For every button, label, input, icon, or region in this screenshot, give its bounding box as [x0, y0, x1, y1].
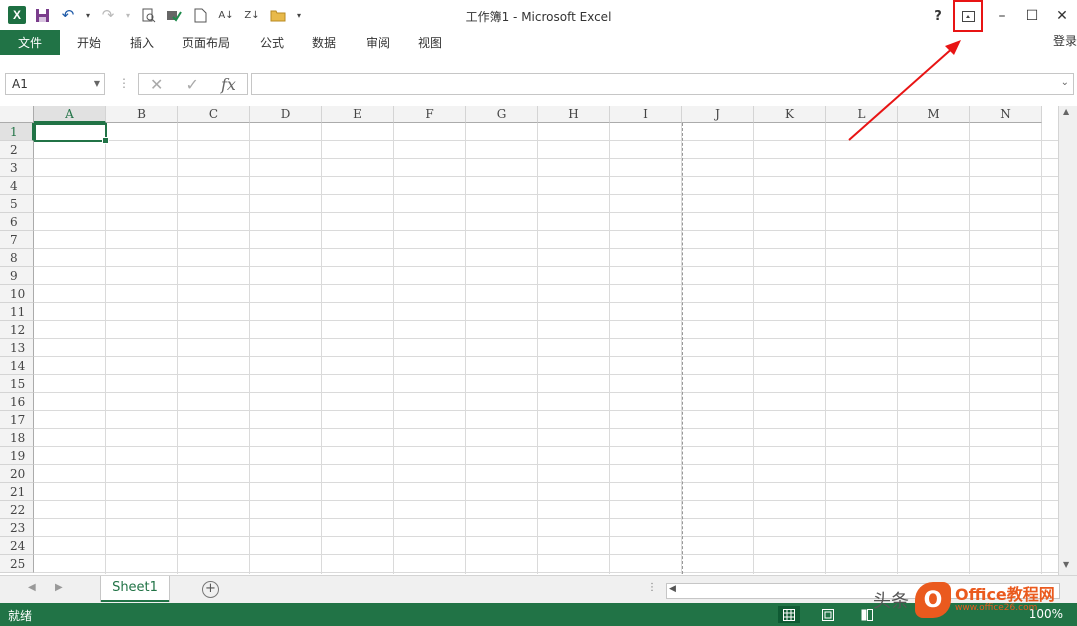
- select-all-corner[interactable]: [0, 106, 34, 123]
- formula-bar-grip-icon[interactable]: ⋮: [118, 76, 130, 90]
- normal-view-icon: [783, 608, 795, 621]
- tab-split-grip-icon[interactable]: ⋮: [647, 582, 657, 593]
- status-ready: 就绪: [8, 609, 33, 623]
- active-cell[interactable]: [34, 123, 109, 144]
- column-header-e[interactable]: E: [322, 106, 394, 123]
- ribbon-display-options-button[interactable]: [953, 0, 983, 32]
- window-title: 工作簿1 - Microsoft Excel: [465, 10, 612, 24]
- row-header-5[interactable]: 5: [0, 195, 34, 213]
- row-header-17[interactable]: 17: [0, 411, 34, 429]
- sheet-tab-sheet1[interactable]: Sheet1: [101, 576, 169, 602]
- column-header-h[interactable]: H: [538, 106, 610, 123]
- row-header-8[interactable]: 8: [0, 249, 34, 267]
- row-header-19[interactable]: 19: [0, 447, 34, 465]
- column-header-b[interactable]: B: [106, 106, 178, 123]
- column-header-d[interactable]: D: [250, 106, 322, 123]
- row-header-21[interactable]: 21: [0, 483, 34, 501]
- row-header-9[interactable]: 9: [0, 267, 34, 285]
- sheet-next-icon[interactable]: ▶: [55, 582, 63, 593]
- window-controls: ? – ☐ ✕: [923, 0, 1077, 32]
- page-break-view-icon: [861, 608, 873, 621]
- ribbon-display-options-icon: [961, 10, 975, 22]
- tab-review[interactable]: 审阅: [366, 30, 390, 55]
- row-header-16[interactable]: 16: [0, 393, 34, 411]
- name-box-value: A1: [12, 77, 28, 91]
- row-header-25[interactable]: 25: [0, 555, 34, 573]
- name-box[interactable]: A1 ▼: [5, 73, 105, 95]
- row-header-1[interactable]: 1: [0, 123, 34, 141]
- row-header-14[interactable]: 14: [0, 357, 34, 375]
- watermark-url: www.office26.com: [955, 602, 1038, 613]
- tab-data[interactable]: 数据: [312, 30, 336, 55]
- column-header-c[interactable]: C: [178, 106, 250, 123]
- page-layout-view-icon: [822, 608, 834, 621]
- watermark-brand: Office教程网: [955, 584, 1055, 604]
- column-header-k[interactable]: K: [754, 106, 826, 123]
- page-break-line: [682, 123, 683, 574]
- column-header-g[interactable]: G: [466, 106, 538, 123]
- row-header-6[interactable]: 6: [0, 213, 34, 231]
- row-header-3[interactable]: 3: [0, 159, 34, 177]
- column-header-a[interactable]: A: [34, 106, 106, 123]
- row-header-24[interactable]: 24: [0, 537, 34, 555]
- column-header-n[interactable]: N: [970, 106, 1042, 123]
- scroll-up-icon[interactable]: ▲: [1063, 107, 1069, 116]
- minimize-button[interactable]: –: [987, 0, 1017, 32]
- scroll-down-icon[interactable]: ▼: [1063, 560, 1069, 569]
- formula-bar: A1 ▼ ⋮ ✕ ✓ fx ⌄: [0, 71, 1077, 99]
- worksheet-grid[interactable]: ABCDEFGHIJKLMN 1 2 3 4 5 6 7 8 9 10 11 12 13 14 15 16 17…: [0, 106, 1077, 574]
- row-header-20[interactable]: 20: [0, 465, 34, 483]
- row-header-2[interactable]: 2: [0, 141, 34, 159]
- expand-formula-bar-icon[interactable]: ⌄: [1061, 77, 1069, 88]
- row-header-18[interactable]: 18: [0, 429, 34, 447]
- ribbon-tabs: 文件 开始 插入 页面布局 公式 数据 审阅 视图: [0, 30, 1077, 55]
- insert-function-button[interactable]: fx: [221, 75, 236, 94]
- formula-buttons: ✕ ✓ fx: [138, 73, 248, 95]
- row-header-15[interactable]: 15: [0, 375, 34, 393]
- column-header-l[interactable]: L: [826, 106, 898, 123]
- tab-file[interactable]: 文件: [0, 30, 60, 55]
- vertical-scrollbar[interactable]: ▲ ▼: [1058, 106, 1077, 576]
- tab-home[interactable]: 开始: [77, 30, 101, 55]
- title-bar: X ↶ ▾ ↷ ▾ A↓ Z↓ ▾ 工作簿1 - Microsoft Excel…: [0, 0, 1077, 32]
- scroll-left-icon[interactable]: ◀: [669, 584, 676, 594]
- row-header-11[interactable]: 11: [0, 303, 34, 321]
- column-header-m[interactable]: M: [898, 106, 970, 123]
- row-header-4[interactable]: 4: [0, 177, 34, 195]
- close-button[interactable]: ✕: [1047, 0, 1077, 32]
- row-header-13[interactable]: 13: [0, 339, 34, 357]
- column-header-i[interactable]: I: [610, 106, 682, 123]
- row-header-7[interactable]: 7: [0, 231, 34, 249]
- watermark: 头条 O Office教程网 www.office26.com: [873, 577, 1077, 623]
- help-button[interactable]: ?: [923, 0, 953, 32]
- maximize-button[interactable]: ☐: [1017, 0, 1047, 32]
- row-header-22[interactable]: 22: [0, 501, 34, 519]
- tab-view[interactable]: 视图: [418, 30, 442, 55]
- add-sheet-button[interactable]: +: [202, 581, 219, 598]
- normal-view-button[interactable]: [778, 606, 800, 623]
- row-header-12[interactable]: 12: [0, 321, 34, 339]
- sheet-prev-icon[interactable]: ◀: [28, 582, 36, 593]
- cancel-icon[interactable]: ✕: [150, 75, 163, 94]
- tab-insert[interactable]: 插入: [130, 30, 154, 55]
- column-header-f[interactable]: F: [394, 106, 466, 123]
- office-logo-icon: O: [915, 582, 951, 618]
- column-header-j[interactable]: J: [682, 106, 754, 123]
- enter-icon[interactable]: ✓: [186, 75, 199, 94]
- formula-input[interactable]: ⌄: [251, 73, 1074, 95]
- cell-area[interactable]: [34, 123, 1058, 574]
- name-box-dropdown-icon[interactable]: ▼: [94, 74, 100, 94]
- page-layout-view-button[interactable]: [817, 606, 839, 623]
- tab-formulas[interactable]: 公式: [260, 30, 284, 55]
- tab-page-layout[interactable]: 页面布局: [182, 30, 230, 55]
- row-header-23[interactable]: 23: [0, 519, 34, 537]
- row-header-10[interactable]: 10: [0, 285, 34, 303]
- watermark-prefix: 头条: [873, 591, 909, 612]
- login-link[interactable]: 登录: [1053, 32, 1077, 49]
